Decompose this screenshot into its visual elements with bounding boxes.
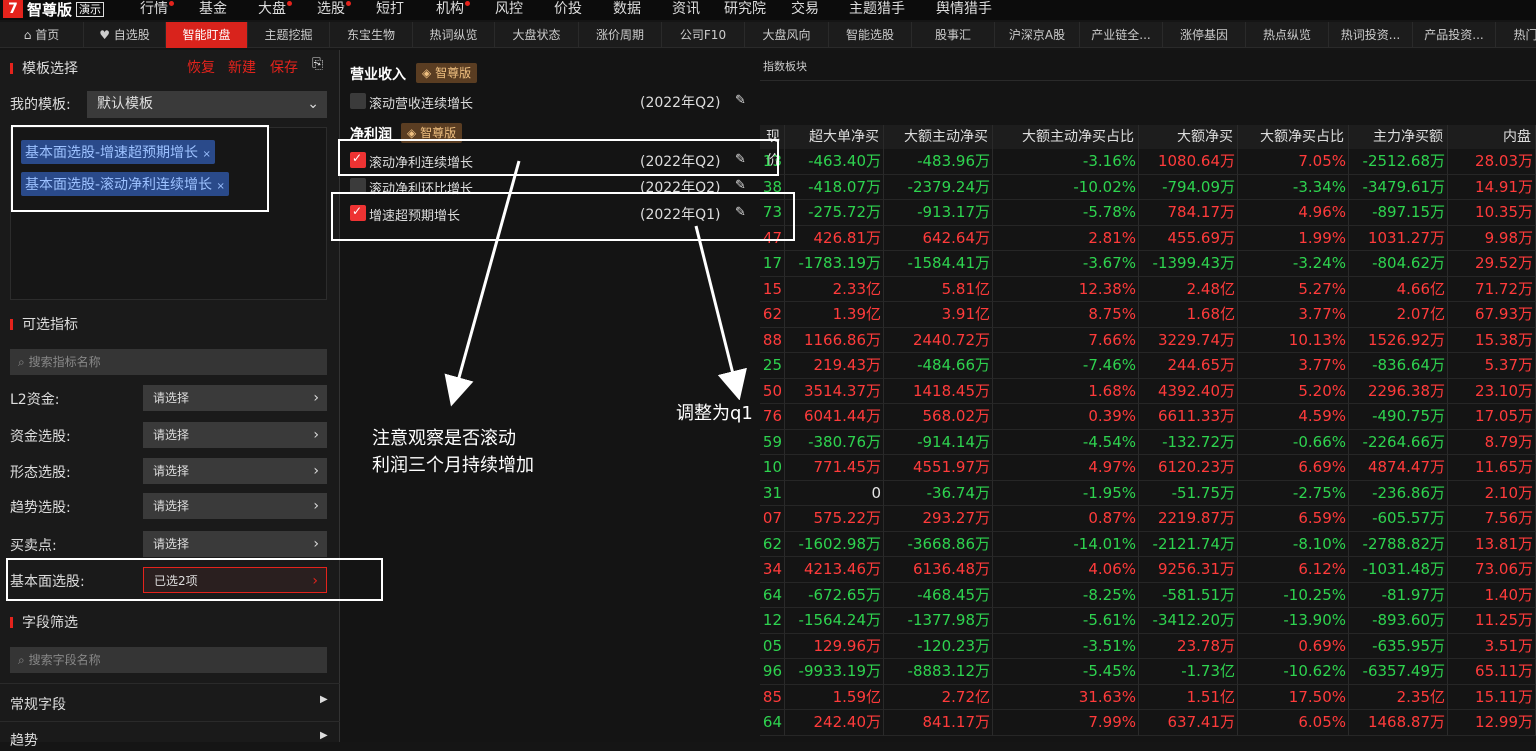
arrow-to-note1 xyxy=(444,160,521,407)
annotation-note-1-line2: 利润三个月持续增加 xyxy=(372,455,534,476)
annotation-arrows xyxy=(444,160,747,407)
annotation-note-2: 调整为q1 xyxy=(676,400,753,427)
annotation-note-1-line1: 注意观察是否滚动 xyxy=(372,428,516,449)
annotation-note-1: 注意观察是否滚动 利润三个月持续增加 xyxy=(372,425,534,479)
arrow-to-note2 xyxy=(694,225,747,401)
